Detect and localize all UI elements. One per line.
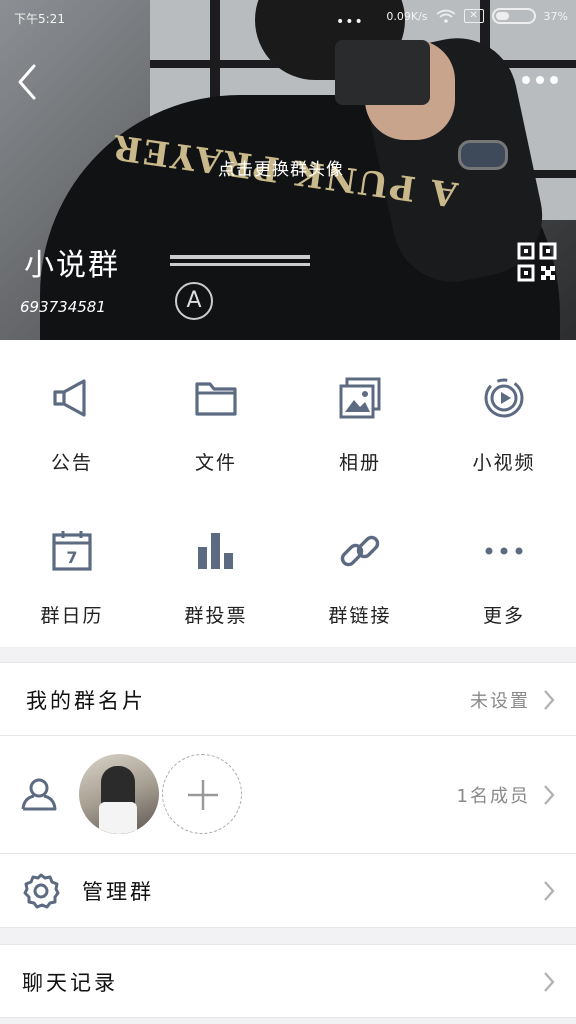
shirt-stripe (170, 255, 310, 259)
wifi-icon (436, 9, 456, 23)
vote-chart-icon (198, 533, 233, 569)
members-icon (21, 778, 57, 811)
manage-group-row[interactable]: 管理群 (0, 854, 576, 928)
chevron-right-icon (544, 881, 555, 901)
wrist-watch (458, 140, 508, 170)
video-icon (484, 378, 524, 418)
function-label: 群日历 (40, 605, 104, 627)
function-calendar[interactable]: 7 群日历 (0, 493, 144, 646)
function-album[interactable]: 相册 (288, 340, 432, 493)
album-icon (339, 377, 381, 419)
more-options-icon[interactable] (520, 68, 560, 92)
row-title: 聊天记录 (22, 971, 118, 995)
function-label: 群投票 (184, 605, 248, 627)
notification-dots-icon: ••• (336, 14, 364, 30)
qr-code-icon[interactable] (517, 242, 557, 282)
function-label: 公告 (50, 452, 93, 474)
my-group-card-row[interactable]: 我的群名片 未设置 (0, 662, 576, 736)
function-short-video[interactable]: 小视频 (432, 340, 576, 493)
function-more[interactable]: 更多 (432, 493, 576, 646)
battery-percent: 37% (543, 9, 568, 23)
function-grid: 公告 文件 相册 小视频 7 群日历 群投票 群链接 更多 (0, 340, 576, 647)
group-name: 小说群 (24, 248, 120, 283)
shirt-logo: A (175, 282, 213, 320)
back-arrow-icon[interactable] (12, 62, 42, 102)
member-avatar[interactable] (79, 754, 159, 834)
no-sim-icon: ✕ (463, 9, 484, 23)
change-avatar-hint[interactable]: 点击更换群头像 (218, 155, 344, 180)
plus-icon (188, 780, 218, 810)
function-label: 更多 (482, 605, 525, 627)
shirt-stripe (170, 263, 310, 266)
folder-icon (195, 382, 237, 416)
row-value: 未设置 (470, 691, 530, 712)
function-label: 小视频 (472, 452, 536, 474)
gear-icon (23, 873, 60, 909)
calendar-day: 7 (66, 548, 77, 567)
members-row[interactable]: 1名成员 (0, 736, 576, 854)
function-label: 群链接 (328, 605, 392, 627)
more-dots-icon (485, 547, 523, 555)
function-link[interactable]: 群链接 (288, 493, 432, 646)
megaphone-icon (53, 379, 86, 417)
row-title: 我的群名片 (26, 689, 146, 713)
network-speed: 0.09K/s (386, 9, 428, 23)
battery-icon (491, 8, 536, 24)
function-vote[interactable]: 群投票 (144, 493, 288, 646)
member-count: 1名成员 (456, 786, 530, 807)
function-label: 相册 (338, 452, 381, 474)
row-title: 管理群 (82, 880, 154, 904)
chevron-right-icon (544, 972, 555, 992)
battery-level (495, 12, 509, 20)
chevron-right-icon (544, 690, 555, 710)
function-announcement[interactable]: 公告 (0, 340, 144, 493)
status-time: 下午5:21 (14, 12, 65, 26)
link-icon (340, 535, 380, 567)
function-label: 文件 (194, 452, 237, 474)
add-member-button[interactable] (162, 754, 242, 834)
chat-history-row[interactable]: 聊天记录 (0, 944, 576, 1018)
group-id: 693734581 (20, 298, 106, 316)
chevron-right-icon (544, 785, 555, 805)
phone-in-hand (335, 40, 430, 105)
function-files[interactable]: 文件 (144, 340, 288, 493)
calendar-icon: 7 (52, 531, 92, 571)
status-bar: 下午5:21 ••• 0.09K/s ✕ 37% (0, 0, 576, 38)
